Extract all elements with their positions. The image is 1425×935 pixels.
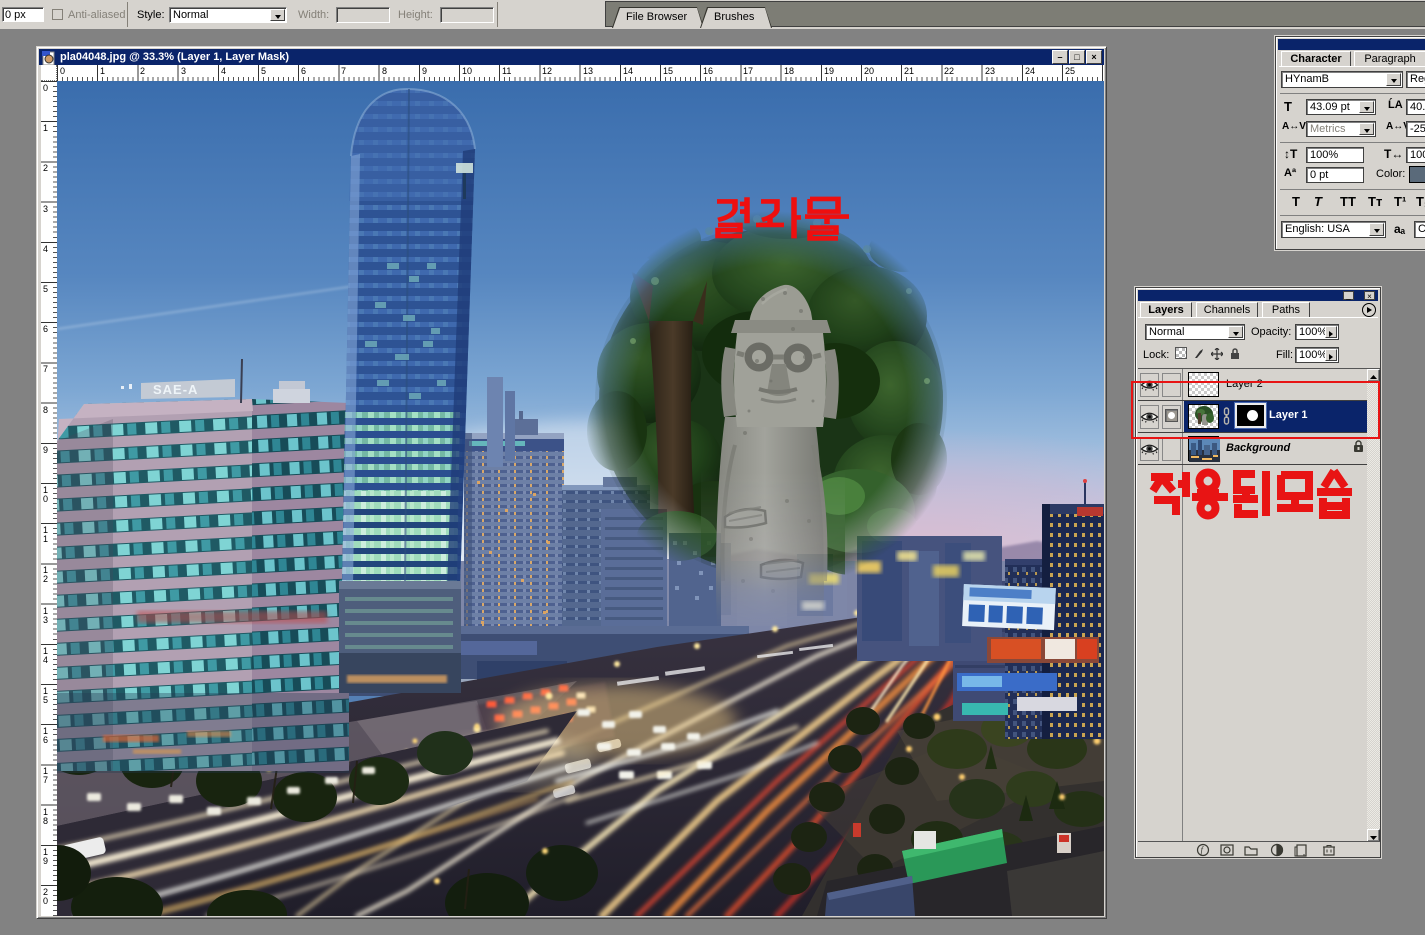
svg-text:f: f — [1201, 845, 1205, 855]
svg-text:SAE-A: SAE-A — [153, 382, 198, 397]
